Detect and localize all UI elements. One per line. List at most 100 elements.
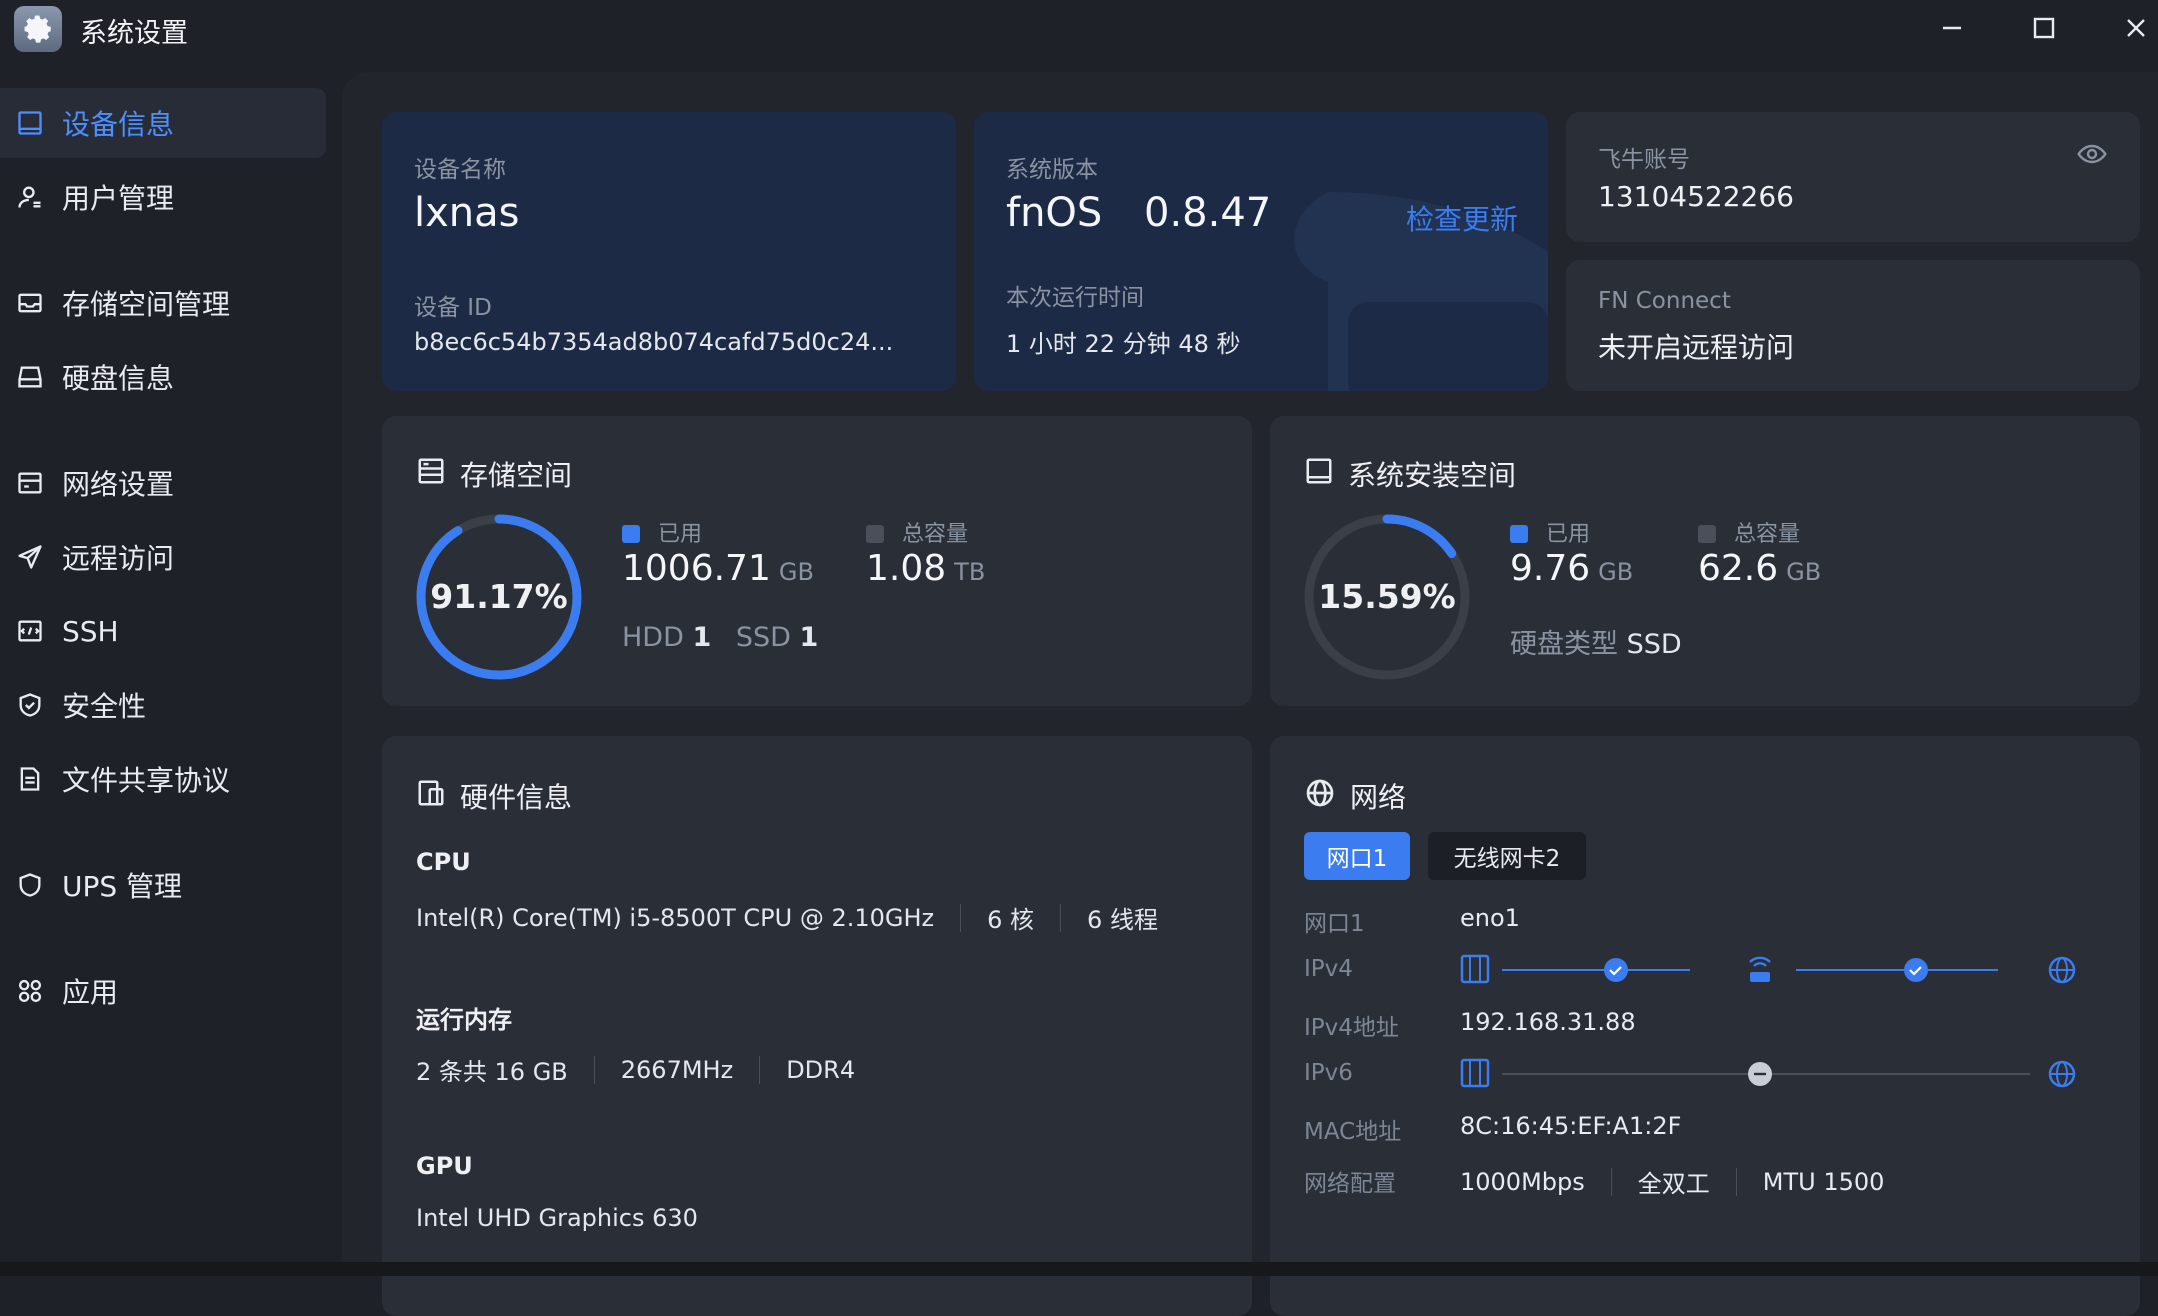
used-legend-square [622,525,640,543]
sidebar-item-file-sharing[interactable]: 文件共享协议 [0,744,326,814]
sidebar-item-apps[interactable]: 应用 [0,956,326,1026]
sidebar-item-remote-access[interactable]: 远程访问 [0,522,326,592]
disk-icon [14,361,46,393]
sidebar-item-label: 远程访问 [62,542,175,575]
ipv6-connection-status [1460,1058,2076,1088]
sidebar-item-storage-management[interactable]: 存储空间管理 [0,268,326,338]
device-icon [14,107,46,139]
disk-type: 硬盘类型 SSD [1510,629,1682,660]
storage-card: 存储空间 91.17% 已用 1006.71 GB 总容量 1.08 TB HDD … [382,416,1252,706]
storage-used: 1006.71 GB [622,548,814,589]
device-icon [1304,456,1334,493]
hardware-title: 硬件信息 [416,776,572,816]
uptime-value: 1 小时 22 分钟 48 秒 [1006,330,1241,358]
sidebar-item-label: 存储空间管理 [62,288,231,321]
maximize-icon[interactable] [2024,12,2064,44]
eye-icon[interactable] [2076,138,2108,174]
hardware-card: 硬件信息 CPU Intel(R) Core(TM) i5-8500T CPU … [382,736,1252,1316]
network-icon [14,467,46,499]
tab-wireless-2[interactable]: 无线网卡2 [1428,832,1586,880]
sidebar-item-label: 文件共享协议 [62,764,231,797]
title-bar: 系统设置 [0,0,2158,60]
check-icon [1604,958,1628,982]
ipv6-label: IPv6 [1304,1060,1353,1086]
total-legend-square [1698,525,1716,543]
gpu-title: GPU [416,1152,473,1180]
sidebar-item-network[interactable]: 网络设置 [0,448,326,518]
devices-icon [416,778,446,815]
shield-icon [14,689,46,721]
sidebar-item-ups[interactable]: UPS 管理 [0,850,326,920]
system-space-title: 系统安装空间 [1304,454,1516,494]
ups-shield-icon [14,869,46,901]
account-card: 飞牛账号 13104522266 [1566,112,2140,242]
network-title-text: 网络 [1350,781,1407,814]
terminal-icon [14,615,46,647]
sidebar-item-label: 安全性 [62,690,147,723]
storage-title-text: 存储空间 [460,459,573,492]
storage-icon [14,287,46,319]
mac-label: MAC地址 [1304,1119,1402,1145]
network-card: 网络 网口1 无线网卡2 网口1 eno1 IPv4 IPv4地址 192.16… [1270,736,2140,1316]
taskbar-edge [0,1262,2158,1276]
device-name-label: 设备名称 [414,157,506,183]
used-legend-square [1510,525,1528,543]
account-label: 飞牛账号 [1598,147,1690,173]
storage-total: 1.08 TB [866,548,986,589]
fn-connect-label: FN Connect [1598,288,1731,314]
tab-port-1[interactable]: 网口1 [1304,832,1410,880]
sidebar-item-security[interactable]: 安全性 [0,670,326,740]
port-value: eno1 [1460,904,1520,932]
sidebar-item-label: 应用 [62,976,119,1009]
ram-title: 运行内存 [416,1006,512,1034]
storage-icon [416,456,446,493]
apps-icon [14,975,46,1007]
system-space-card: 系统安装空间 15.59% 已用 9.76 GB 总容量 62.6 GB 硬盘类型 … [1270,416,2140,706]
device-name: lxnas [414,190,520,236]
sidebar-item-users[interactable]: 用户管理 [0,162,326,232]
nas-icon [1460,954,1490,984]
check-update-button[interactable]: 检查更新 [1406,198,1518,238]
fn-connect-status: 未开启远程访问 [1598,331,1795,364]
ram-speed: 2667MHz [620,1055,734,1084]
gpu-model: Intel UHD Graphics 630 [416,1204,698,1232]
disk-counts: HDD 1 SSD 1 [622,622,819,653]
cpu-cores: 6 核 [987,906,1035,934]
system-space-total-legend: 总容量 [1698,516,1800,548]
sidebar-item-device-info[interactable]: 设备信息 [0,88,326,158]
os-name: fnOS [1006,190,1103,236]
storage-title: 存储空间 [416,454,572,494]
ram-info: 2 条共 16 GB 2667MHz DDR4 [416,1052,855,1087]
link-speed: 1000Mbps [1460,1167,1585,1196]
sidebar-item-ssh[interactable]: SSH [0,596,326,666]
network-config-label: 网络配置 [1304,1171,1396,1197]
network-title: 网络 [1304,776,1406,816]
device-id: b8ec6c54b7354ad8b074cafd75d0c24... [414,328,894,356]
minimize-icon[interactable] [1932,12,1972,44]
globe-icon [2048,1060,2076,1088]
account-value: 13104522266 [1598,180,1794,213]
ram-size: 2 条共 16 GB [416,1058,568,1086]
sidebar-item-label: UPS 管理 [62,870,183,903]
sidebar-item-disk-info[interactable]: 硬盘信息 [0,342,326,412]
port-label: 网口1 [1304,911,1365,937]
device-card: 设备名称 lxnas 设备 ID b8ec6c54b7354ad8b074caf… [382,112,956,391]
close-icon[interactable] [2116,12,2156,44]
network-config: 1000Mbps 全双工 MTU 1500 [1460,1164,1884,1199]
send-icon [14,541,46,573]
fn-connect-card[interactable]: FN Connect 未开启远程访问 [1566,260,2140,391]
sidebar-item-label: 硬盘信息 [62,362,175,395]
user-icon [14,181,46,213]
ipv4-address: 192.168.31.88 [1460,1008,1636,1036]
mac-address: 8C:16:45:EF:A1:2F [1460,1112,1682,1140]
uptime-label: 本次运行时间 [1006,285,1144,311]
file-icon [14,763,46,795]
mtu-value: MTU 1500 [1762,1167,1885,1196]
sidebar-item-label: SSH [62,614,119,648]
duplex-mode: 全双工 [1637,1170,1710,1198]
globe-icon [1304,777,1336,816]
system-space-title-text: 系统安装空间 [1348,459,1517,492]
globe-icon [2048,956,2076,984]
router-icon [1749,956,1771,982]
minus-status-icon [1748,1062,1772,1086]
